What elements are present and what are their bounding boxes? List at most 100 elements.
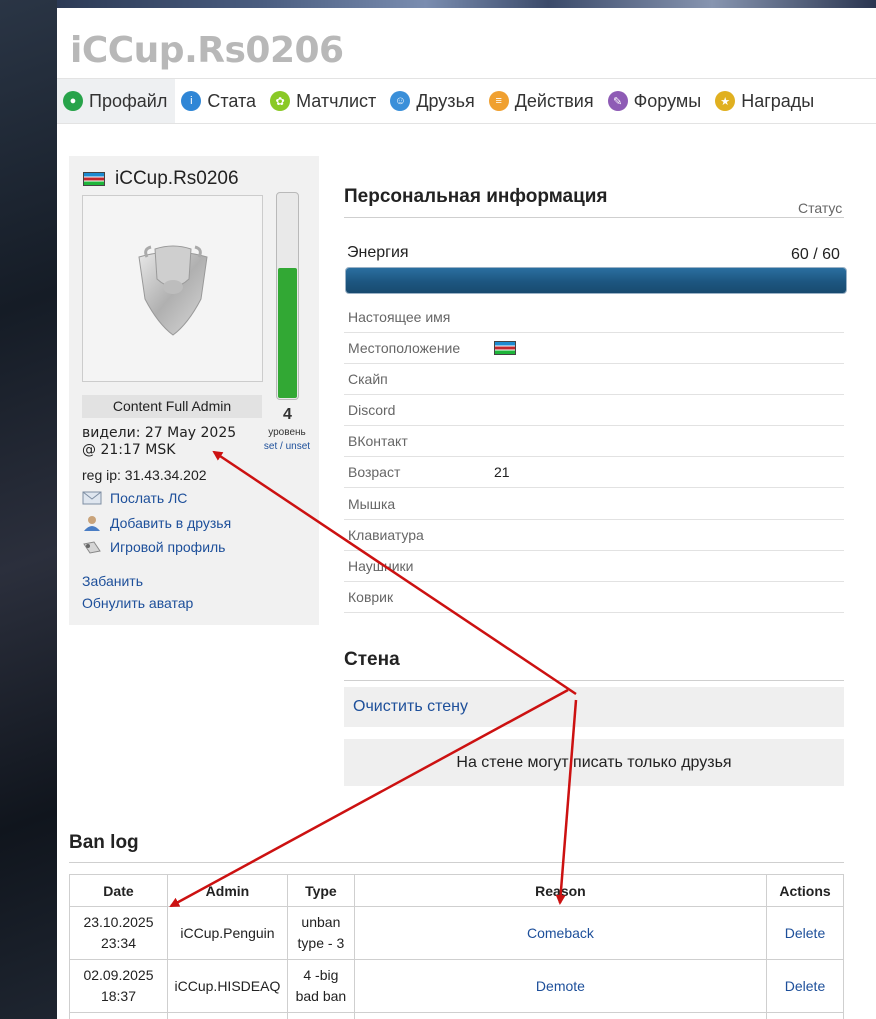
energy-bar	[345, 267, 847, 294]
profile-tabs: ● Профайл i Стата ✿ Матчлист ☺ Друзья ≡ …	[57, 78, 876, 124]
column-header-reason: Reason	[353, 874, 768, 907]
send-pm-link[interactable]: Послать ЛС	[82, 490, 187, 506]
site-banner	[57, 0, 876, 8]
ban-type: 4 -big bad ban	[286, 959, 355, 1013]
info-label: Коврик	[348, 589, 394, 605]
delete-ban-button[interactable]: Delete	[766, 959, 844, 1013]
level-progress-fill	[278, 268, 297, 398]
shield-trophy-icon	[137, 245, 208, 336]
info-row-vkontakte: ВКонтакт	[344, 426, 844, 457]
friends-icon: ☺	[390, 91, 411, 111]
tab-awards[interactable]: ★ Награды	[709, 79, 822, 123]
energy-value: 60 / 60	[791, 246, 840, 263]
profile-icon: ●	[63, 91, 83, 111]
info-row-mouse: Мышка	[344, 489, 844, 520]
ban-reason-link[interactable]: Demote	[353, 959, 768, 1013]
ban-date: 02.09.2025 18:37	[69, 959, 168, 1013]
reset-avatar-link[interactable]: Обнулить аватар	[82, 595, 193, 611]
ban-type: unban type - 3	[286, 906, 355, 960]
ban-log-title: Ban log	[69, 832, 139, 853]
tab-stats[interactable]: i Стата	[175, 79, 264, 123]
info-row-location: Местоположение	[344, 333, 844, 364]
tab-label: Профайл	[89, 90, 168, 111]
actions-icon: ≡	[488, 91, 509, 111]
energy-label: Энергия	[347, 244, 409, 261]
tab-forums[interactable]: ✎ Форумы	[602, 79, 710, 123]
username-text: iCCup.Rs0206	[115, 168, 239, 189]
envelope-icon	[82, 491, 102, 505]
column-header-type: Type	[286, 874, 355, 907]
location-flag-icon	[494, 341, 516, 355]
tab-matchlist[interactable]: ✿ Матчлист	[264, 79, 384, 123]
game-controller-icon	[83, 541, 101, 554]
info-label: Мышка	[348, 496, 396, 512]
status-label: Статус	[798, 200, 843, 216]
personal-info-title: Персональная информация	[344, 186, 608, 207]
tab-label: Действия	[514, 90, 594, 111]
info-row-age: Возраст 21	[344, 457, 844, 488]
divider	[344, 680, 844, 681]
column-header-actions: Actions	[766, 874, 844, 907]
divider	[69, 862, 844, 863]
tab-actions[interactable]: ≡ Действия	[483, 79, 602, 123]
info-label: Скайп	[348, 371, 388, 387]
reg-ip: reg ip: 31.43.34.202	[82, 467, 207, 483]
avatar	[82, 195, 263, 382]
delete-ban-button[interactable]: Delete	[766, 906, 844, 960]
tab-label: Форумы	[633, 90, 702, 111]
info-label: Наушники	[348, 558, 414, 574]
wall-notice: На стене могут писать только друзья	[344, 739, 844, 786]
info-label: Настоящее имя	[348, 309, 451, 325]
table-header-row: Date Admin Type Reason Actions	[69, 874, 844, 907]
role-badge: Content Full Admin	[82, 395, 262, 418]
profile-card: iCCup.Rs0206 4 уровень set / unset Conte	[69, 156, 319, 625]
tab-label: Награды	[741, 90, 815, 111]
game-profile-label: Игровой профиль	[110, 539, 226, 555]
stats-icon: i	[181, 91, 202, 111]
info-row-mousepad: Коврик	[344, 582, 844, 613]
matchlist-icon: ✿	[270, 91, 291, 111]
background-artwork	[0, 0, 57, 1019]
info-label: ВКонтакт	[348, 433, 408, 449]
level-progress-bar	[276, 192, 299, 400]
tab-friends[interactable]: ☺ Друзья	[384, 79, 482, 123]
page-title: iCCup.Rs0206	[70, 30, 344, 71]
column-header-admin: Admin	[166, 874, 288, 907]
tab-profile[interactable]: ● Профайл	[57, 79, 176, 123]
add-friend-label: Добавить в друзья	[110, 515, 232, 531]
wall-title: Стена	[344, 649, 400, 670]
info-row-keyboard: Клавиатура	[344, 520, 844, 551]
game-profile-link[interactable]: Игровой профиль	[82, 539, 225, 555]
ban-link[interactable]: Забанить	[82, 573, 143, 589]
table-row: 23.10.2025 23:34 iCCup.Penguin unban typ…	[69, 906, 844, 960]
awards-icon: ★	[715, 91, 736, 111]
last-seen: видели: 27 May 2025 @ 21:17 MSK	[82, 425, 237, 458]
level-number: 4	[283, 406, 292, 423]
info-row-discord: Discord	[344, 395, 844, 426]
energy-bar-fill	[346, 268, 846, 293]
info-label: Клавиатура	[348, 527, 424, 543]
info-label: Местоположение	[348, 340, 461, 356]
add-friend-link[interactable]: Добавить в друзья	[82, 515, 231, 531]
info-row-skype: Скайп	[344, 364, 844, 395]
info-label: Discord	[348, 402, 396, 418]
ban-admin: iCCup.Penguin	[166, 906, 288, 960]
ban-admin: iCCup.HISDEAQ	[166, 959, 288, 1013]
divider	[344, 217, 844, 218]
info-row-headphones: Наушники	[344, 551, 844, 582]
profile-username: iCCup.Rs0206	[83, 168, 239, 190]
send-pm-label: Послать ЛС	[110, 490, 188, 506]
level-set-unset-link[interactable]: set / unset	[262, 440, 312, 453]
info-value: 21	[494, 464, 510, 480]
tab-label: Матчлист	[296, 90, 377, 111]
ban-date: 23.10.2025 23:34	[69, 906, 168, 960]
add-user-icon	[84, 516, 100, 531]
tab-label: Друзья	[416, 90, 475, 111]
forums-icon: ✎	[607, 91, 628, 111]
clear-wall-link[interactable]: Очистить стену	[344, 687, 844, 727]
ban-reason-link[interactable]: Comeback	[353, 906, 768, 960]
level-label: уровень	[268, 427, 306, 438]
ban-log-table: Date Admin Type Reason Actions 23.10.202…	[69, 874, 844, 1019]
profile-page: iCCup.Rs0206 ● Профайл i Стата ✿ Матчлис…	[57, 8, 876, 1019]
table-row	[69, 1012, 844, 1019]
